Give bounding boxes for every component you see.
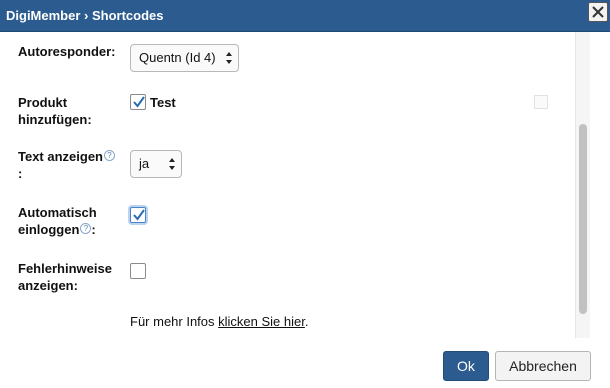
fehler-label: Fehlerhinweise anzeigen:	[18, 260, 112, 294]
fehler-label-line1: Fehlerhinweise	[18, 261, 112, 276]
produkt-option-label: Test	[150, 95, 176, 110]
autoresponder-label: Autoresponder:	[18, 44, 116, 59]
placeholder-box	[534, 95, 548, 109]
info-prefix: Für mehr Infos	[130, 314, 219, 329]
auto-login-label-suffix: :	[91, 222, 96, 237]
produkt-label: Produkt hinzufügen:	[18, 94, 92, 128]
dialog-titlebar: DigiMember › Shortcodes	[0, 0, 610, 32]
fehler-label-line2: anzeigen:	[18, 278, 78, 293]
select-arrows-icon	[169, 158, 175, 170]
close-button[interactable]	[588, 2, 608, 22]
dialog-footer: Ok Abbrechen	[0, 338, 610, 388]
produkt-label-line2: hinzufügen:	[18, 112, 92, 127]
close-icon	[592, 6, 604, 18]
produkt-label-line1: Produkt	[18, 95, 68, 110]
content-scrollbar[interactable]	[575, 32, 590, 338]
dialog-title: DigiMember › Shortcodes	[6, 8, 164, 23]
autoresponder-select[interactable]: Quentn (Id 4)	[130, 44, 239, 72]
fehler-checkbox[interactable]	[130, 263, 146, 279]
ok-button[interactable]: Ok	[443, 351, 489, 381]
checkmark-icon	[133, 96, 145, 108]
text-anzeigen-label-line1: Text anzeigen	[18, 149, 104, 164]
produkt-test-checkbox[interactable]	[130, 94, 146, 110]
text-anzeigen-value: ja	[139, 156, 150, 171]
dialog-content: Autoresponder: Quentn (Id 4) Produkt hin…	[0, 32, 590, 338]
select-arrows-icon	[225, 52, 232, 64]
auto-login-label-line1: Automatisch	[18, 205, 97, 220]
shortcodes-dialog: DigiMember › Shortcodes Autoresponder: Q…	[0, 0, 610, 388]
help-icon[interactable]: ?	[104, 150, 116, 161]
autoresponder-value: Quentn (Id 4)	[139, 50, 216, 65]
text-anzeigen-select[interactable]: ja	[130, 150, 182, 178]
info-text: Für mehr Infos klicken Sie hier.	[130, 314, 308, 329]
text-anzeigen-label-line2: :	[18, 166, 23, 181]
auto-login-label: Automatisch einloggen?:	[18, 204, 97, 238]
auto-login-checkbox[interactable]	[130, 207, 146, 223]
info-suffix: .	[304, 314, 309, 329]
checkmark-icon	[133, 209, 145, 221]
text-anzeigen-label: Text anzeigen? :	[18, 148, 116, 182]
scrollbar-thumb[interactable]	[579, 124, 587, 314]
auto-login-label-line2: einloggen	[18, 222, 80, 237]
help-icon[interactable]: ?	[80, 223, 92, 234]
info-link[interactable]: klicken Sie hier	[218, 314, 305, 329]
cancel-button[interactable]: Abbrechen	[495, 351, 591, 381]
